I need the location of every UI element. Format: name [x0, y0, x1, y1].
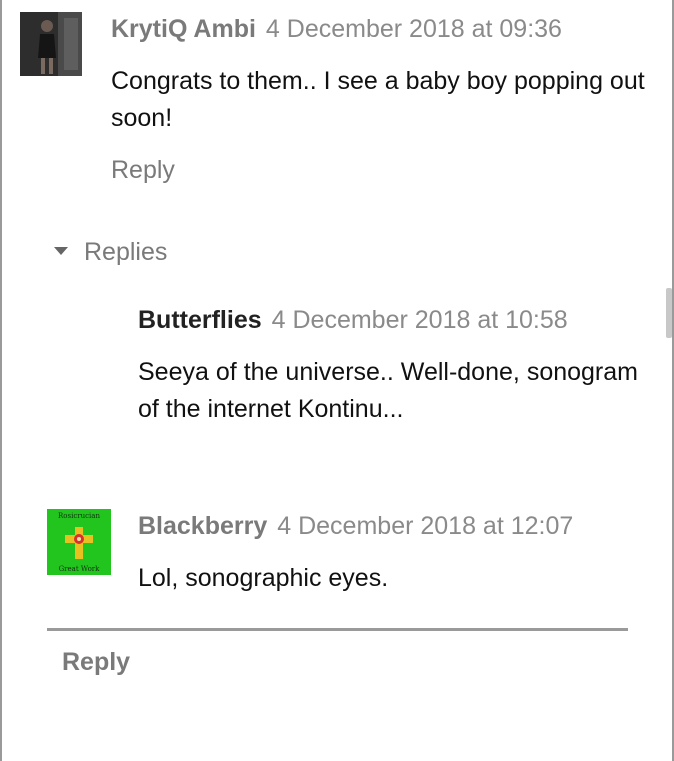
avatar[interactable]: Rosicrucian Great Work	[47, 509, 111, 575]
reply-button[interactable]: Reply	[62, 648, 130, 677]
reply-text: Seeya of the universe.. Well-done, sonog…	[138, 358, 638, 423]
divider	[47, 628, 628, 631]
scrollbar-thumb[interactable]	[666, 288, 672, 338]
comment-author[interactable]: KrytiQ Ambi	[111, 15, 256, 43]
avatar[interactable]	[20, 12, 82, 76]
caret-down-icon	[54, 246, 68, 255]
reply-author[interactable]: Butterflies	[138, 306, 262, 334]
comment-meta: KrytiQ Ambi 4 December 2018 at 09:36	[111, 14, 562, 44]
avatar-text-top: Rosicrucian	[58, 512, 100, 520]
comment-date[interactable]: 4 December 2018 at 09:36	[266, 15, 562, 43]
comment-text: Congrats to them.. I see a baby boy popp…	[111, 67, 645, 132]
reply-text: Lol, sonographic eyes.	[138, 564, 389, 592]
left-border	[0, 0, 2, 761]
reply-author[interactable]: Blackberry	[138, 512, 267, 540]
avatar-text-bottom: Great Work	[59, 565, 101, 573]
replies-label: Replies	[84, 238, 168, 266]
replies-toggle[interactable]: Replies	[54, 238, 167, 267]
reply-date[interactable]: 4 December 2018 at 12:07	[277, 512, 573, 540]
reply-meta: Butterflies 4 December 2018 at 10:58	[138, 305, 568, 335]
reply-link[interactable]: Reply	[111, 156, 175, 185]
reply-date[interactable]: 4 December 2018 at 10:58	[272, 306, 568, 334]
reply-meta: Blackberry 4 December 2018 at 12:07	[138, 511, 573, 541]
